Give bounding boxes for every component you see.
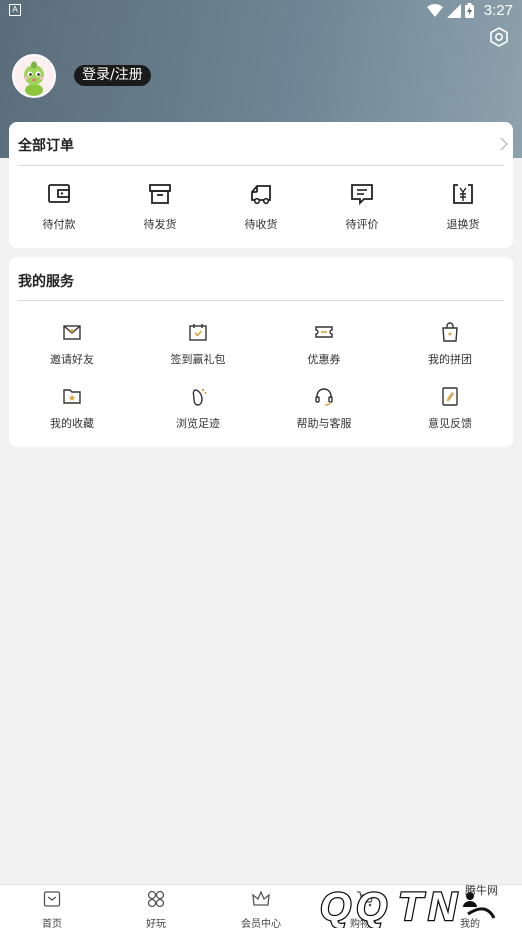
service-group-buy[interactable]: 我的拼团 bbox=[410, 321, 490, 367]
service-invite-friends[interactable]: 邀请好友 bbox=[32, 321, 112, 367]
status-bar: A 3:27 bbox=[0, 0, 522, 22]
qqtn-watermark-logo: Q Q T N bbox=[319, 884, 496, 928]
truck-icon bbox=[251, 185, 271, 205]
login-register-button[interactable]: 登录/注册 bbox=[74, 65, 151, 86]
svg-text:Q: Q bbox=[320, 885, 351, 928]
grid-icon bbox=[147, 890, 165, 908]
service-coupons-label: 优惠券 bbox=[307, 353, 341, 366]
order-pending-shipment[interactable]: 待发货 bbox=[120, 182, 200, 232]
headset-icon bbox=[315, 388, 333, 406]
system-icons bbox=[427, 3, 474, 18]
order-pending-review[interactable]: 待评价 bbox=[322, 182, 402, 232]
coupon-icon bbox=[315, 326, 333, 338]
service-checkin-label: 签到赢礼包 bbox=[170, 353, 226, 366]
service-favorites-label: 我的收藏 bbox=[50, 417, 94, 430]
divider bbox=[18, 165, 504, 166]
avatar[interactable] bbox=[12, 54, 56, 98]
tab-home[interactable]: 首页 bbox=[17, 889, 87, 928]
return-icon bbox=[453, 184, 473, 204]
service-invite-friends-label: 邀请好友 bbox=[50, 353, 94, 366]
folder-star-icon bbox=[63, 389, 81, 404]
services-card: 我的服务 邀请好友 签到赢礼包 优惠券 我的拼团 我的收藏 浏览足迹 帮助与客服… bbox=[9, 257, 513, 447]
wifi-icon bbox=[427, 3, 443, 17]
calendar-icon bbox=[189, 324, 207, 341]
svg-text:N: N bbox=[428, 885, 458, 928]
orders-title[interactable]: 全部订单 bbox=[18, 135, 74, 155]
sim-badge: A bbox=[9, 4, 21, 16]
feedback-icon bbox=[442, 387, 458, 406]
footprint-icon bbox=[192, 388, 207, 406]
battery-icon bbox=[465, 3, 474, 18]
service-feedback[interactable]: 意见反馈 bbox=[410, 385, 490, 431]
order-pending-review-label: 待评价 bbox=[345, 218, 379, 231]
mascot-avatar-icon bbox=[14, 56, 54, 96]
order-pending-receipt[interactable]: 待收货 bbox=[221, 182, 301, 232]
order-returns[interactable]: 退换货 bbox=[423, 182, 503, 232]
tab-member-center-label: 会员中心 bbox=[241, 919, 281, 928]
box-icon bbox=[149, 184, 171, 204]
service-feedback-label: 意见反馈 bbox=[428, 417, 472, 430]
signal-icon bbox=[447, 3, 461, 18]
watermark-text: 腾牛网 bbox=[465, 884, 498, 897]
tab-member-center[interactable]: 会员中心 bbox=[226, 889, 296, 928]
service-group-buy-label: 我的拼团 bbox=[428, 353, 472, 366]
comment-icon bbox=[351, 184, 373, 206]
service-help-label: 帮助与客服 bbox=[296, 417, 352, 430]
service-coupons[interactable]: 优惠券 bbox=[284, 321, 364, 367]
service-checkin[interactable]: 签到赢礼包 bbox=[158, 321, 238, 367]
clock: 3:27 bbox=[483, 2, 513, 19]
services-title: 我的服务 bbox=[18, 274, 74, 290]
service-help[interactable]: 帮助与客服 bbox=[284, 385, 364, 431]
envelope-icon bbox=[63, 325, 81, 340]
svg-text:T: T bbox=[398, 885, 426, 928]
tab-fun-label: 好玩 bbox=[146, 919, 166, 928]
order-pending-receipt-label: 待收货 bbox=[244, 218, 278, 231]
chevron-right-icon[interactable] bbox=[499, 137, 509, 151]
orders-card: 全部订单 待付款 待发货 待收货 待评价 退换货 bbox=[9, 122, 513, 248]
order-pending-payment-label: 待付款 bbox=[42, 218, 76, 231]
order-pending-payment[interactable]: 待付款 bbox=[19, 182, 99, 232]
svg-text:Q: Q bbox=[356, 885, 387, 928]
service-history-label: 浏览足迹 bbox=[176, 417, 220, 430]
divider bbox=[18, 300, 504, 301]
wallet-icon bbox=[48, 184, 70, 203]
settings-icon[interactable] bbox=[488, 26, 510, 48]
tab-fun[interactable]: 好玩 bbox=[121, 889, 191, 928]
crown-icon bbox=[252, 890, 270, 906]
bag-icon bbox=[442, 322, 458, 342]
home-icon bbox=[43, 891, 61, 907]
order-pending-shipment-label: 待发货 bbox=[143, 218, 177, 231]
order-returns-label: 退换货 bbox=[446, 218, 480, 231]
service-history[interactable]: 浏览足迹 bbox=[158, 385, 238, 431]
service-favorites[interactable]: 我的收藏 bbox=[32, 385, 112, 431]
tab-home-label: 首页 bbox=[42, 919, 62, 928]
